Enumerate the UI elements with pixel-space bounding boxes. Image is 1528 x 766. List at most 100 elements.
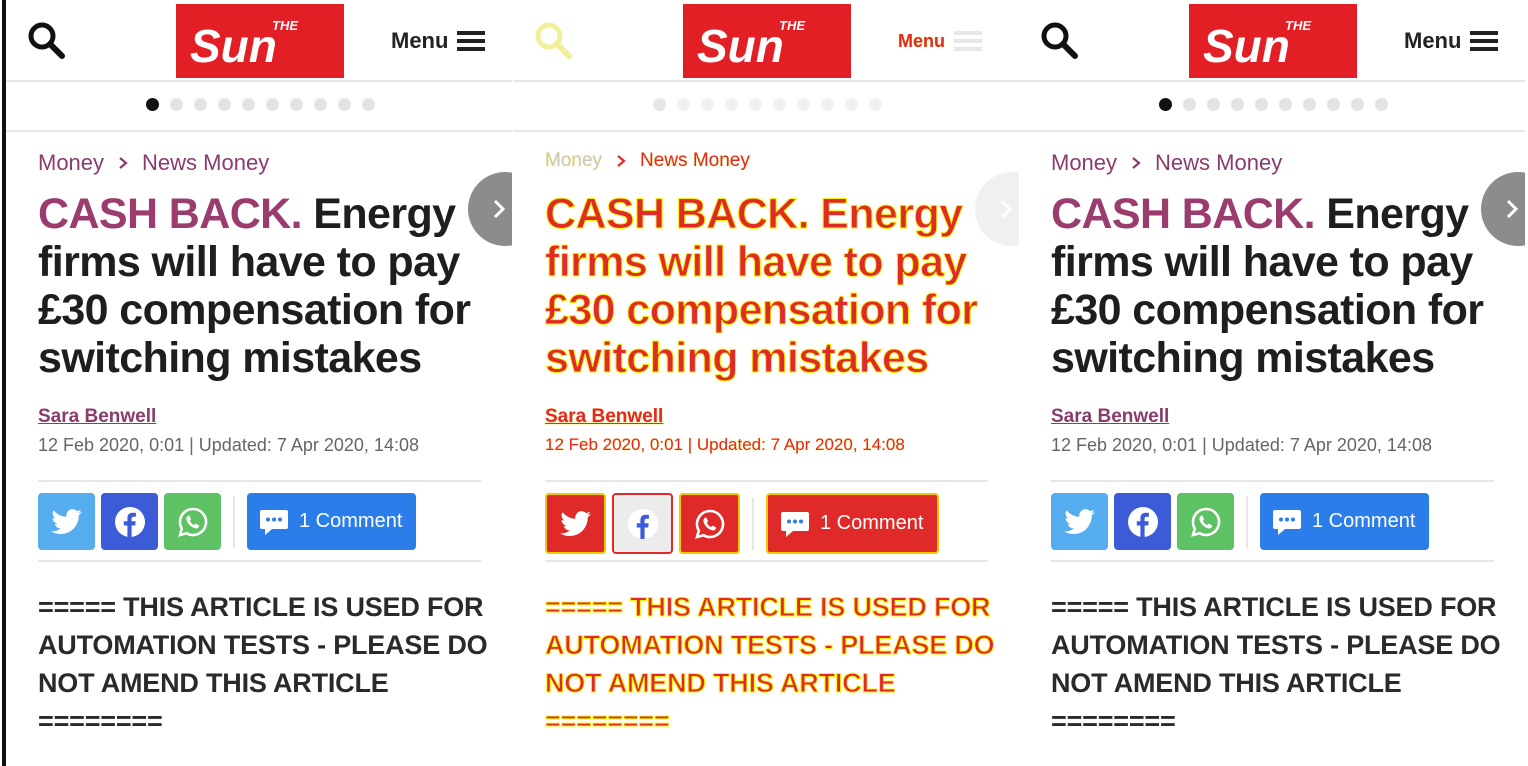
facebook-share-button[interactable] [101, 493, 158, 550]
comment-button[interactable]: 1 Comment [766, 493, 940, 554]
carousel-dot[interactable] [170, 98, 183, 111]
breadcrumb-subsection-link[interactable]: News Money [640, 150, 750, 172]
site-logo[interactable]: THE Sun [1189, 4, 1357, 78]
author-link[interactable]: Sara Benwell [1051, 406, 1169, 428]
twitter-share-button[interactable] [1051, 493, 1108, 550]
carousel-dot[interactable] [362, 98, 375, 111]
twitter-share-button[interactable] [545, 493, 606, 554]
carousel-dot[interactable] [1183, 98, 1196, 111]
carousel-dots[interactable] [1159, 98, 1388, 111]
carousel-dot[interactable] [1303, 98, 1316, 111]
hamburger-icon [457, 31, 486, 51]
carousel-dots[interactable] [653, 98, 882, 111]
article-body-notice: ===== THIS ARTICLE IS USED FOR AUTOMATIO… [545, 592, 996, 737]
comment-count-label: 1 Comment [299, 510, 403, 532]
carousel-dot[interactable] [1159, 98, 1172, 111]
carousel-dot[interactable] [1351, 98, 1364, 111]
hamburger-icon [954, 31, 982, 51]
article-dates: 12 Feb 2020, 0:01 | Updated: 7 Apr 2020,… [38, 435, 419, 455]
facebook-icon [114, 506, 145, 537]
header-divider [6, 80, 512, 82]
carousel-dot[interactable] [290, 98, 303, 111]
article-headline: CASH BACK. Energy firms will have to pay… [38, 190, 478, 382]
breadcrumb-section-link[interactable]: Money [1051, 150, 1117, 176]
carousel-dot[interactable] [773, 98, 786, 111]
comment-button[interactable]: 1 Comment [247, 493, 417, 550]
site-logo[interactable]: THE Sun [176, 4, 344, 78]
carousel-dot[interactable] [701, 98, 714, 111]
breadcrumb-subsection-link[interactable]: News Money [142, 150, 269, 176]
headline-kicker: CASH BACK. [1051, 190, 1316, 238]
carousel-divider [6, 130, 512, 132]
screenshot-panel-diff: THE Sun Menu Money News Money CASH BACK.… [513, 0, 1019, 766]
menu-button[interactable]: Menu [1404, 24, 1499, 58]
share-bar: 1 Comment [1051, 493, 1430, 550]
breadcrumb: Money News Money [38, 150, 269, 176]
menu-button[interactable]: Menu [898, 24, 983, 58]
carousel-dot[interactable] [797, 98, 810, 111]
whatsapp-share-button[interactable] [1177, 493, 1234, 550]
carousel-dot[interactable] [845, 98, 858, 111]
carousel-dots[interactable] [146, 98, 375, 111]
carousel-dot[interactable] [1255, 98, 1268, 111]
chevron-right-icon [1000, 199, 1013, 219]
hamburger-icon [1470, 31, 1499, 51]
comment-count-label: 1 Comment [1312, 510, 1416, 532]
share-divider-top [38, 480, 481, 482]
carousel-dot[interactable] [1327, 98, 1340, 111]
search-icon[interactable] [1039, 20, 1079, 60]
headline-kicker: CASH BACK. [38, 190, 303, 238]
whatsapp-icon [694, 509, 724, 539]
article-dates: 12 Feb 2020, 0:01 | Updated: 7 Apr 2020,… [545, 435, 905, 454]
carousel-dot[interactable] [869, 98, 882, 111]
carousel-dot[interactable] [1231, 98, 1244, 111]
share-separator [1246, 495, 1248, 548]
carousel-dot[interactable] [242, 98, 255, 111]
author-link[interactable]: Sara Benwell [38, 406, 156, 428]
share-bar: 1 Comment [38, 493, 417, 550]
chevron-right-icon [617, 155, 626, 167]
menu-label: Menu [391, 28, 449, 53]
speech-bubble-icon [1273, 509, 1301, 535]
search-icon[interactable] [26, 20, 66, 60]
breadcrumb-section-link[interactable]: Money [38, 150, 104, 176]
site-logo[interactable]: THE Sun [683, 4, 851, 78]
whatsapp-icon [177, 507, 207, 537]
search-icon[interactable] [533, 20, 573, 60]
speech-bubble-icon [260, 509, 288, 535]
article-dates: 12 Feb 2020, 0:01 | Updated: 7 Apr 2020,… [1051, 435, 1432, 455]
carousel-dot[interactable] [749, 98, 762, 111]
carousel-dot[interactable] [194, 98, 207, 111]
whatsapp-share-button[interactable] [679, 493, 740, 554]
carousel-dot[interactable] [314, 98, 327, 111]
menu-button[interactable]: Menu [391, 24, 486, 58]
carousel-dot[interactable] [725, 98, 738, 111]
logo-text: Sun [1203, 20, 1290, 72]
carousel-dot[interactable] [338, 98, 351, 111]
breadcrumb-section-link[interactable]: Money [545, 150, 602, 172]
share-divider-top [545, 480, 988, 482]
carousel-dot[interactable] [677, 98, 690, 111]
breadcrumb-subsection-link[interactable]: News Money [1155, 150, 1282, 176]
menu-label: Menu [898, 30, 945, 51]
carousel-dot[interactable] [1207, 98, 1220, 111]
whatsapp-share-button[interactable] [164, 493, 221, 550]
carousel-dot[interactable] [146, 98, 159, 111]
carousel-dot[interactable] [1375, 98, 1388, 111]
author-link[interactable]: Sara Benwell [545, 406, 663, 428]
speech-bubble-icon [781, 511, 809, 537]
carousel-dot[interactable] [218, 98, 231, 111]
carousel-dot[interactable] [821, 98, 834, 111]
carousel-dot[interactable] [1279, 98, 1292, 111]
share-separator [752, 497, 754, 550]
comment-count-label: 1 Comment [820, 512, 924, 534]
twitter-share-button[interactable] [38, 493, 95, 550]
facebook-share-button[interactable] [1114, 493, 1171, 550]
carousel-dot[interactable] [653, 98, 666, 111]
facebook-share-button[interactable] [612, 493, 673, 554]
share-divider-bottom [545, 560, 988, 562]
carousel-dot[interactable] [266, 98, 279, 111]
comment-button[interactable]: 1 Comment [1260, 493, 1430, 550]
chevron-right-icon [1506, 199, 1519, 219]
twitter-icon [50, 508, 82, 534]
